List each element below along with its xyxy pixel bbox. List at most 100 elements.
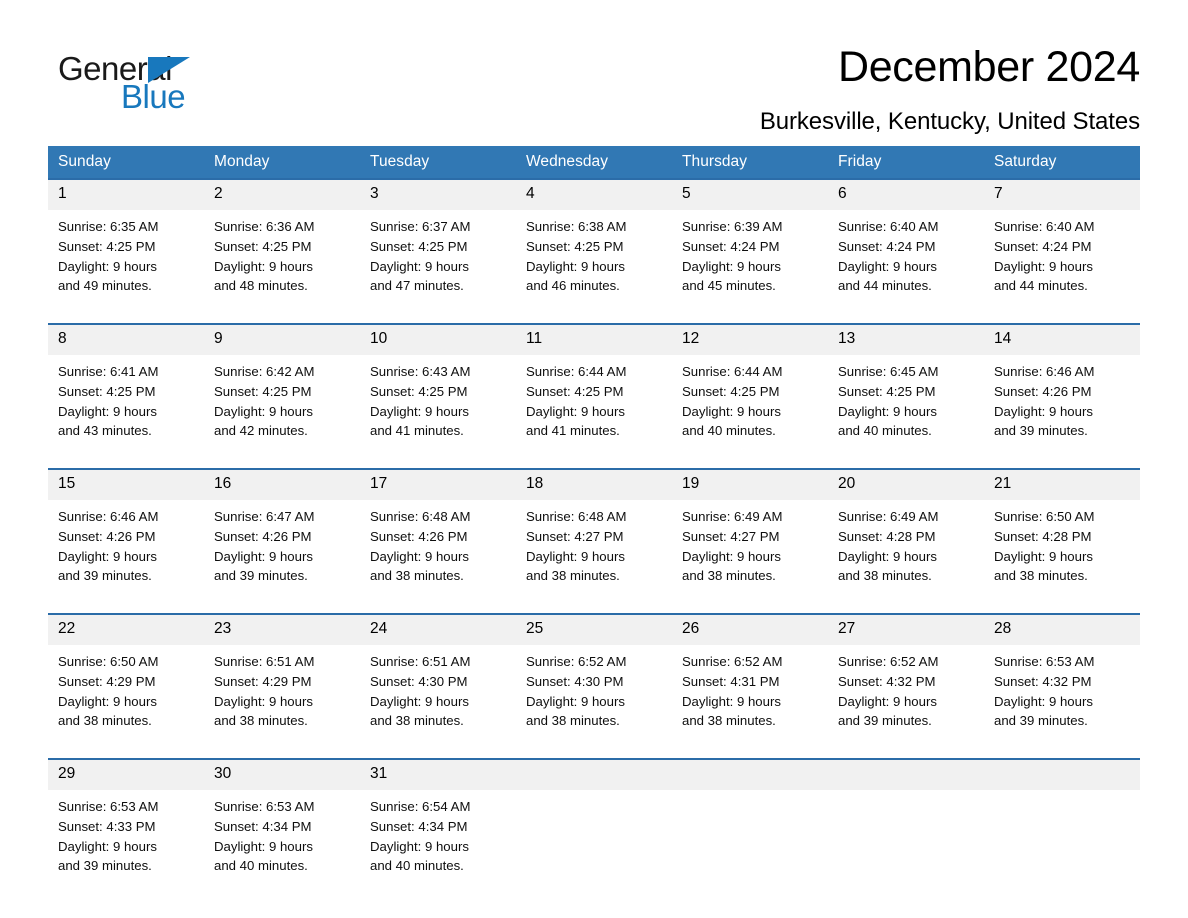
- day-cell[interactable]: Sunrise: 6:46 AM Sunset: 4:26 PM Daylight:…: [984, 355, 1140, 469]
- day-number[interactable]: 14: [984, 325, 1140, 355]
- day-daylight-2-text: and 39 minutes.: [838, 713, 932, 729]
- day-cell[interactable]: Sunrise: 6:51 AM Sunset: 4:29 PM Daylight:…: [204, 645, 360, 759]
- day-number[interactable]: 20: [828, 470, 984, 500]
- day-detail-row: Sunrise: 6:50 AM Sunset: 4:29 PM Daylight:…: [48, 645, 1140, 759]
- day-number[interactable]: 4: [516, 180, 672, 210]
- day-cell[interactable]: Sunrise: 6:44 AM Sunset: 4:25 PM Daylight:…: [672, 355, 828, 469]
- day-cell[interactable]: Sunrise: 6:40 AM Sunset: 4:24 PM Daylight:…: [828, 210, 984, 324]
- general-blue-logo[interactable]: General Blue: [48, 46, 208, 113]
- day-number[interactable]: 10: [360, 325, 516, 355]
- day-cell[interactable]: Sunrise: 6:53 AM Sunset: 4:34 PM Daylight:…: [204, 790, 360, 903]
- day-number[interactable]: 3: [360, 180, 516, 210]
- day-sunrise-text: Sunrise: 6:48 AM: [526, 509, 627, 524]
- day-cell[interactable]: Sunrise: 6:37 AM Sunset: 4:25 PM Daylight:…: [360, 210, 516, 324]
- calendar-body: 1 2 3 4 5 6 7 Sunrise: 6:35 AM Sunset: 4:25 PM Da…: [48, 178, 1140, 903]
- day-sunrise-text: Sunrise: 6:51 AM: [214, 654, 315, 669]
- day-cell[interactable]: Sunrise: 6:52 AM Sunset: 4:30 PM Daylight:…: [516, 645, 672, 759]
- day-cell[interactable]: Sunrise: 6:51 AM Sunset: 4:30 PM Daylight:…: [360, 645, 516, 759]
- day-cell[interactable]: Sunrise: 6:36 AM Sunset: 4:25 PM Daylight:…: [204, 210, 360, 324]
- day-cell[interactable]: Sunrise: 6:46 AM Sunset: 4:26 PM Daylight:…: [48, 500, 204, 614]
- day-cell[interactable]: Sunrise: 6:53 AM Sunset: 4:33 PM Daylight:…: [48, 790, 204, 903]
- day-sunrise-text: Sunrise: 6:54 AM: [370, 799, 471, 814]
- day-sunset-text: Sunset: 4:32 PM: [838, 673, 936, 689]
- day-daylight-1-text: Daylight: 9 hours: [214, 693, 313, 709]
- day-detail-row: Sunrise: 6:46 AM Sunset: 4:26 PM Daylight:…: [48, 500, 1140, 614]
- day-daylight-2-text: and 44 minutes.: [994, 278, 1088, 294]
- day-number[interactable]: 5: [672, 180, 828, 210]
- day-number[interactable]: 6: [828, 180, 984, 210]
- day-number[interactable]: 19: [672, 470, 828, 500]
- day-number[interactable]: 17: [360, 470, 516, 500]
- day-cell[interactable]: Sunrise: 6:48 AM Sunset: 4:26 PM Daylight:…: [360, 500, 516, 614]
- day-cell[interactable]: Sunrise: 6:35 AM Sunset: 4:25 PM Daylight:…: [48, 210, 204, 324]
- day-daylight-2-text: and 47 minutes.: [370, 278, 464, 294]
- day-number-row: 1234567: [48, 180, 1140, 210]
- day-detail-row: Sunrise: 6:53 AM Sunset: 4:33 PM Daylight:…: [48, 790, 1140, 903]
- day-sunrise-text: Sunrise: 6:36 AM: [214, 219, 315, 234]
- day-sunrise-text: Sunrise: 6:52 AM: [682, 654, 783, 669]
- day-cell[interactable]: Sunrise: 6:42 AM Sunset: 4:25 PM Daylight:…: [204, 355, 360, 469]
- day-cell[interactable]: Sunrise: 6:38 AM Sunset: 4:25 PM Daylight:…: [516, 210, 672, 324]
- day-cell[interactable]: Sunrise: 6:52 AM Sunset: 4:31 PM Daylight:…: [672, 645, 828, 759]
- day-number[interactable]: 7: [984, 180, 1140, 210]
- day-sunset-text: Sunset: 4:25 PM: [682, 383, 780, 399]
- day-cell[interactable]: Sunrise: 6:43 AM Sunset: 4:25 PM Daylight:…: [360, 355, 516, 469]
- day-number[interactable]: 15: [48, 470, 204, 500]
- day-number[interactable]: 26: [672, 615, 828, 645]
- day-sunrise-text: Sunrise: 6:35 AM: [58, 219, 159, 234]
- weekday-header-thursday: Thursday: [672, 146, 828, 179]
- location-subtitle: Burkesville, Kentucky, United States: [759, 108, 1140, 135]
- day-sunset-text: Sunset: 4:26 PM: [370, 528, 468, 544]
- day-cell[interactable]: Sunrise: 6:41 AM Sunset: 4:25 PM Daylight:…: [48, 355, 204, 469]
- day-daylight-2-text: and 39 minutes.: [994, 713, 1088, 729]
- day-sunset-text: Sunset: 4:26 PM: [58, 528, 156, 544]
- day-sunset-text: Sunset: 4:25 PM: [58, 238, 156, 254]
- day-number[interactable]: 11: [516, 325, 672, 355]
- day-number[interactable]: 29: [48, 760, 204, 790]
- day-number[interactable]: 28: [984, 615, 1140, 645]
- day-number[interactable]: 12: [672, 325, 828, 355]
- day-number[interactable]: 24: [360, 615, 516, 645]
- day-number[interactable]: 16: [204, 470, 360, 500]
- day-sunrise-text: Sunrise: 6:45 AM: [838, 364, 939, 379]
- day-cell[interactable]: Sunrise: 6:54 AM Sunset: 4:34 PM Daylight:…: [360, 790, 516, 903]
- day-daylight-2-text: and 43 minutes.: [58, 423, 152, 439]
- day-cell[interactable]: Sunrise: 6:48 AM Sunset: 4:27 PM Daylight:…: [516, 500, 672, 614]
- day-cell[interactable]: Sunrise: 6:47 AM Sunset: 4:26 PM Daylight:…: [204, 500, 360, 614]
- day-cell[interactable]: Sunrise: 6:49 AM Sunset: 4:28 PM Daylight:…: [828, 500, 984, 614]
- day-cell[interactable]: Sunrise: 6:45 AM Sunset: 4:25 PM Daylight:…: [828, 355, 984, 469]
- day-number[interactable]: 2: [204, 180, 360, 210]
- day-sunset-text: Sunset: 4:27 PM: [682, 528, 780, 544]
- day-sunrise-text: Sunrise: 6:40 AM: [838, 219, 939, 234]
- day-daylight-2-text: and 38 minutes.: [682, 713, 776, 729]
- day-number[interactable]: 9: [204, 325, 360, 355]
- day-cell[interactable]: Sunrise: 6:39 AM Sunset: 4:24 PM Daylight:…: [672, 210, 828, 324]
- day-cell[interactable]: Sunrise: 6:52 AM Sunset: 4:32 PM Daylight:…: [828, 645, 984, 759]
- day-number[interactable]: 1: [48, 180, 204, 210]
- day-number[interactable]: 30: [204, 760, 360, 790]
- day-daylight-2-text: and 49 minutes.: [58, 278, 152, 294]
- day-daylight-1-text: Daylight: 9 hours: [838, 258, 937, 274]
- day-number-empty: [516, 760, 672, 790]
- day-cell[interactable]: Sunrise: 6:50 AM Sunset: 4:28 PM Daylight:…: [984, 500, 1140, 614]
- day-number[interactable]: 22: [48, 615, 204, 645]
- day-cell[interactable]: Sunrise: 6:40 AM Sunset: 4:24 PM Daylight:…: [984, 210, 1140, 324]
- day-number[interactable]: 25: [516, 615, 672, 645]
- day-daylight-2-text: and 38 minutes.: [994, 568, 1088, 584]
- day-number[interactable]: 31: [360, 760, 516, 790]
- day-sunset-text: Sunset: 4:25 PM: [526, 238, 624, 254]
- day-cell[interactable]: Sunrise: 6:50 AM Sunset: 4:29 PM Daylight:…: [48, 645, 204, 759]
- day-cell[interactable]: Sunrise: 6:49 AM Sunset: 4:27 PM Daylight:…: [672, 500, 828, 614]
- day-cell[interactable]: Sunrise: 6:44 AM Sunset: 4:25 PM Daylight:…: [516, 355, 672, 469]
- day-number[interactable]: 18: [516, 470, 672, 500]
- day-daylight-1-text: Daylight: 9 hours: [838, 548, 937, 564]
- day-daylight-1-text: Daylight: 9 hours: [682, 693, 781, 709]
- day-number[interactable]: 27: [828, 615, 984, 645]
- day-number[interactable]: 8: [48, 325, 204, 355]
- day-number[interactable]: 21: [984, 470, 1140, 500]
- day-sunset-text: Sunset: 4:34 PM: [370, 818, 468, 834]
- day-cell[interactable]: Sunrise: 6:53 AM Sunset: 4:32 PM Daylight:…: [984, 645, 1140, 759]
- day-number[interactable]: 23: [204, 615, 360, 645]
- day-daylight-1-text: Daylight: 9 hours: [682, 258, 781, 274]
- day-number[interactable]: 13: [828, 325, 984, 355]
